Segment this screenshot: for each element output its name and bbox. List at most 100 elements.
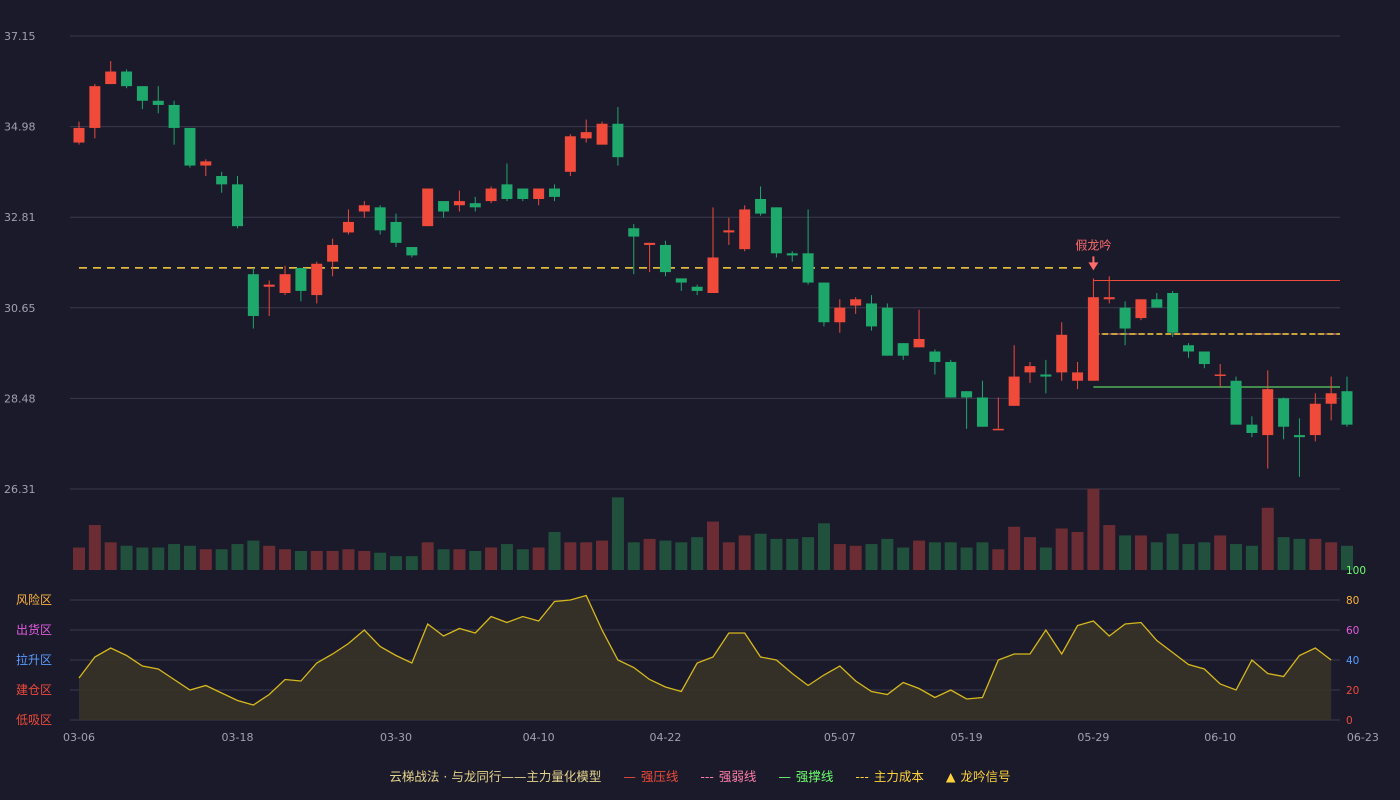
- candle: [438, 201, 450, 218]
- legend-item-weak-strong: --- 强弱线: [700, 766, 756, 785]
- candle: [628, 224, 640, 275]
- legend-label: 龙吟信号: [960, 769, 1011, 784]
- candle: [453, 190, 465, 212]
- volume-bar: [548, 531, 561, 570]
- candle: [961, 391, 973, 429]
- volume-bar: [659, 540, 672, 570]
- candle: [295, 267, 307, 302]
- candle-body: [374, 207, 386, 231]
- volume-bar: [516, 549, 529, 570]
- candle: [770, 207, 782, 258]
- volume-bar: [1245, 545, 1258, 570]
- x-tick-label: 03-06: [63, 731, 95, 744]
- candle-body: [105, 71, 117, 85]
- indicator-right-tick: 0: [1346, 715, 1353, 727]
- legend-item-signal: ▲ 龙吟信号: [946, 766, 1011, 785]
- candle-body: [992, 428, 1004, 431]
- candle-body: [644, 242, 656, 245]
- volume-bar: [342, 549, 355, 570]
- candle-body: [850, 299, 862, 306]
- legend-label: 主力成本: [873, 769, 924, 784]
- indicator-area-fill: [79, 595, 1332, 720]
- candle: [881, 303, 893, 356]
- candle-body: [1151, 299, 1163, 308]
- candle-body: [73, 127, 85, 143]
- candle-body: [755, 198, 767, 214]
- candle-body: [691, 286, 703, 291]
- volume-bar: [1087, 488, 1100, 570]
- volume-bar: [199, 549, 212, 570]
- price-tick-label: 37.15: [4, 30, 36, 43]
- volume-bar: [1277, 537, 1290, 570]
- candle: [390, 213, 402, 248]
- candle-body: [659, 244, 671, 273]
- candle: [1024, 361, 1036, 383]
- candle: [1183, 343, 1194, 358]
- candle: [1230, 376, 1242, 425]
- x-tick-label: 04-22: [649, 731, 681, 744]
- candle: [1325, 376, 1337, 421]
- volume-bar: [992, 549, 1005, 570]
- candle-body: [453, 201, 465, 206]
- candle: [422, 188, 434, 227]
- price-tick-label: 26.31: [4, 483, 36, 496]
- legend-title: 云梯战法 · 与龙同行——主力量化模型: [389, 769, 602, 784]
- candle-body: [976, 397, 988, 427]
- volume-bar: [437, 549, 450, 570]
- volume-bar: [596, 540, 609, 570]
- x-tick-label: 05-07: [824, 731, 856, 744]
- candle-body: [501, 184, 513, 199]
- candle-body: [1008, 376, 1020, 406]
- volume-bar: [722, 542, 735, 570]
- candle: [945, 359, 957, 398]
- volume-bar: [73, 547, 85, 570]
- volume-bar: [390, 556, 402, 570]
- volume-bar: [152, 547, 165, 570]
- candle-body: [168, 104, 180, 128]
- volume-bar: [168, 544, 181, 570]
- candle: [485, 186, 497, 204]
- candle-body: [961, 391, 973, 398]
- volume-bar: [960, 547, 973, 570]
- candle-body: [485, 188, 497, 202]
- candle-body: [707, 257, 719, 294]
- candle-body: [1024, 366, 1036, 373]
- volume-bar: [817, 523, 830, 570]
- x-tick-label: 06-10: [1204, 731, 1236, 744]
- volume-bar: [374, 552, 387, 570]
- candle-body: [263, 284, 275, 287]
- candle-body: [358, 205, 370, 212]
- candle-body: [723, 230, 735, 233]
- volume-bar: [453, 549, 466, 570]
- volume-bar: [500, 544, 513, 570]
- volume-bar: [263, 545, 276, 570]
- candle: [549, 184, 560, 202]
- candle-body: [549, 188, 560, 197]
- volume-bar: [183, 545, 196, 570]
- candle: [659, 240, 671, 277]
- legend-symbol: ---: [855, 769, 869, 784]
- volume-bar: [944, 542, 957, 570]
- candle-body: [580, 132, 592, 139]
- candle-body: [786, 253, 798, 256]
- indicator-right-tick: 20: [1346, 685, 1359, 697]
- grid: [70, 35, 1340, 721]
- candle: [675, 278, 687, 291]
- candle: [1309, 393, 1321, 442]
- price-tick-label: 34.98: [4, 121, 36, 134]
- candle-body: [802, 253, 814, 283]
- candle-body: [342, 221, 354, 233]
- candle: [1341, 376, 1353, 427]
- volume-bar: [1055, 528, 1068, 570]
- volume-bar: [707, 521, 719, 570]
- candle: [216, 171, 228, 193]
- candle-body: [596, 123, 608, 145]
- volume-bar: [754, 533, 767, 570]
- candle: [247, 267, 259, 329]
- candle-body: [422, 188, 434, 227]
- candle: [469, 196, 481, 212]
- candle-body: [929, 351, 941, 362]
- candle: [517, 188, 529, 202]
- indicator-zone-label: 建仓区: [16, 683, 52, 697]
- legend-item-support: — 强撑线: [778, 766, 833, 785]
